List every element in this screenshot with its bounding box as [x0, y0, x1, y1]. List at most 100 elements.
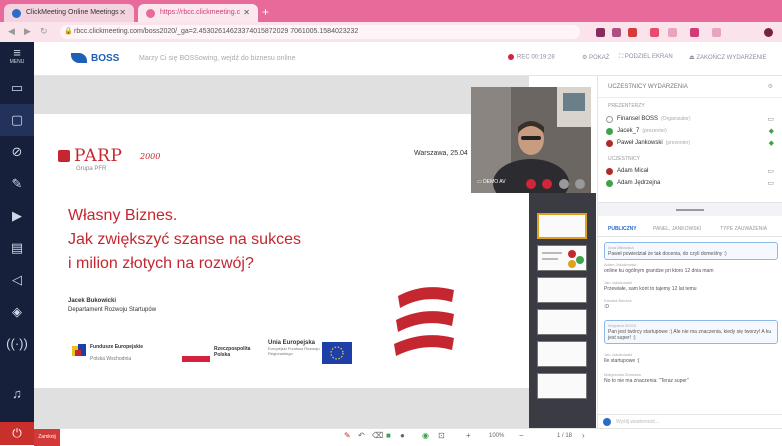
slide-thumbnail[interactable]	[537, 341, 587, 367]
chat-message: Małgorzata Zbowska No to nie ma znaczenia…	[604, 372, 689, 384]
webcam-video[interactable]: ▭ DEMO AV	[471, 87, 591, 193]
chat-message: Adam Jakubowski online ku ogólnym grandze…	[604, 262, 714, 274]
zoom-level: 100%	[489, 433, 505, 439]
mic-on-icon[interactable]: ◆	[769, 138, 774, 149]
parp-logo-square-icon	[58, 150, 70, 162]
url-field[interactable]: 🔒 rbcc.clickmeeting.com/boss2020/_ga=2.4…	[60, 25, 580, 39]
chat-input[interactable]: Wyślij wiadomość...	[598, 414, 782, 428]
settings-icon[interactable]: ⚙	[768, 76, 773, 98]
extension-icon[interactable]	[596, 28, 605, 37]
parp-logo-sub: Grupa PFR	[76, 166, 107, 172]
pen-icon[interactable]: ✎	[344, 431, 351, 440]
attendees-section-label: UCZESTNICY	[608, 156, 640, 162]
slide-thumbnail[interactable]	[537, 277, 587, 303]
fit-icon[interactable]: ⊡	[438, 431, 445, 440]
back-icon[interactable]: ◀	[8, 26, 15, 37]
browser-tab-active[interactable]: https://rbcc.clickmeeting.c ✕	[138, 4, 258, 22]
camera-off-icon[interactable]	[525, 179, 536, 189]
zoom-out-icon[interactable]: −	[519, 431, 524, 440]
eu-flag-icon	[322, 342, 352, 364]
block-icon[interactable]: ⊘	[0, 136, 34, 168]
share-icon[interactable]: ◁	[0, 264, 34, 296]
chat-avatar-icon	[603, 418, 611, 426]
profile-avatar-icon[interactable]	[764, 28, 773, 37]
forward-icon[interactable]: ▶	[24, 26, 31, 37]
reload-icon[interactable]: ↻	[40, 26, 48, 37]
menu-label: MENU	[9, 59, 25, 65]
user-avatar	[606, 168, 613, 175]
chat-resize-bar[interactable]	[598, 202, 782, 216]
user-row[interactable]: Paweł Jankowski (prezenter) ◆	[606, 138, 778, 149]
slide-title-line: Jak zwiększyć szanse na sukces	[68, 231, 301, 248]
resize-handle-icon[interactable]	[676, 209, 704, 211]
power-icon[interactable]: ⏻	[0, 422, 34, 445]
extension-icon[interactable]	[628, 28, 637, 37]
zoom-in-icon[interactable]: +	[466, 431, 471, 440]
user-row[interactable]: Adam Jędrzejna ▭	[606, 178, 778, 189]
chat-message: Jan Jakubowski Ile startupowe :(	[604, 352, 640, 364]
files-icon[interactable]: ▤	[0, 232, 34, 264]
menu-icon[interactable]: ≡	[0, 42, 34, 74]
mic-on-icon[interactable]: ◆	[769, 126, 774, 137]
attendees-title: UCZESTNICY WYDARZENIA	[608, 84, 688, 90]
eraser-icon[interactable]: ⌫	[372, 431, 383, 440]
video-controls	[524, 176, 585, 193]
mic-off-icon[interactable]	[542, 179, 553, 189]
next-slide-icon[interactable]: ›	[582, 431, 585, 440]
browser-tab[interactable]: ClickMeeting Online Meetings ✕	[4, 4, 134, 22]
close-tab-icon[interactable]: ✕	[243, 4, 250, 22]
presenters-section-label: PREZENTERZY	[608, 103, 645, 109]
close-presentation-button[interactable]: Zamknij	[34, 429, 60, 446]
parp-logo-name: PARP	[74, 146, 123, 166]
right-panel: UCZESTNICY WYDARZENIA ⚙ PREZENTERZY Fina…	[597, 76, 782, 428]
poland-flag-icon	[182, 350, 210, 362]
slide-thumbnail[interactable]	[537, 309, 587, 335]
chat-icon[interactable]: ▭	[767, 178, 774, 189]
fe-logo-icon	[72, 344, 86, 356]
clickmeeting-favicon-icon	[12, 9, 21, 18]
rp-logo-text: Rzeczpospolita Polska	[214, 346, 251, 358]
chat-message: Jan Jakubowski Przewiałe, sam kont to taj…	[604, 280, 697, 292]
tab-private[interactable]: PANEL, JANKOWSKI	[653, 226, 701, 232]
attendees-header: UCZESTNICY WYDARZENIA ⚙	[598, 76, 782, 98]
layers-icon[interactable]: ◈	[0, 296, 34, 328]
extension-icon[interactable]	[612, 28, 621, 37]
chat-message: Wojciech BOSS Pan jest twórcy startupowe …	[604, 320, 778, 344]
dot-icon[interactable]: ●	[400, 431, 405, 440]
extension-icon[interactable]	[668, 28, 677, 37]
brush-icon[interactable]: ✎	[0, 168, 34, 200]
extension-icon[interactable]	[690, 28, 699, 37]
slide-thumbnail[interactable]	[537, 213, 587, 239]
slide-thumbnail[interactable]	[537, 245, 587, 271]
chat-icon[interactable]: ▭	[767, 114, 774, 125]
user-row[interactable]: Jacek_7 (prezenter) ◆	[606, 126, 778, 137]
new-tab-button[interactable]: +	[262, 5, 269, 19]
show-button[interactable]: ⚙ POKAŻ	[582, 54, 609, 61]
presentation-icon[interactable]: ▢	[0, 104, 34, 136]
broadcast-icon[interactable]: ((·))	[0, 328, 34, 360]
slide-thumbnail[interactable]	[537, 373, 587, 399]
user-row[interactable]: Adam Micał ▭	[606, 166, 778, 177]
tab-public[interactable]: PUBLICZNY	[608, 226, 637, 232]
extension-icon[interactable]	[712, 28, 721, 37]
logo-wing-icon	[71, 53, 87, 64]
speaker-icon[interactable]: ♫	[0, 378, 34, 410]
tab-questions[interactable]: TYPE ZAUWAŻENIA	[720, 226, 767, 232]
stage-background-bottom	[34, 388, 529, 428]
browser-tab-bar: ClickMeeting Online Meetings ✕ https://r…	[0, 0, 782, 22]
expand-icon[interactable]	[575, 179, 585, 189]
settings-icon[interactable]	[558, 179, 569, 189]
user-row[interactable]: Finansel BOSS (Organizator) ▭	[606, 114, 778, 125]
pointer-icon[interactable]: ◉	[422, 431, 429, 440]
screen-icon[interactable]: ▭	[0, 72, 34, 104]
end-event-button[interactable]: ⏏ ZAKOŃCZ WYDARZENIE	[689, 54, 767, 61]
chat-icon[interactable]: ▭	[767, 166, 774, 177]
extension-icon[interactable]	[650, 28, 659, 37]
undo-icon[interactable]: ↶	[358, 431, 365, 440]
eu-logo: Unia Europejska Europejski Fundusz Rozwo…	[268, 340, 322, 366]
recording-indicator[interactable]: REC 00:19:28	[508, 54, 555, 61]
youtube-icon[interactable]: ▶	[0, 200, 34, 232]
share-screen-button[interactable]: ⛶ PODZIEL EKRAN	[619, 54, 673, 61]
color-icon[interactable]: ■	[386, 431, 391, 440]
close-tab-icon[interactable]: ✕	[119, 4, 126, 22]
